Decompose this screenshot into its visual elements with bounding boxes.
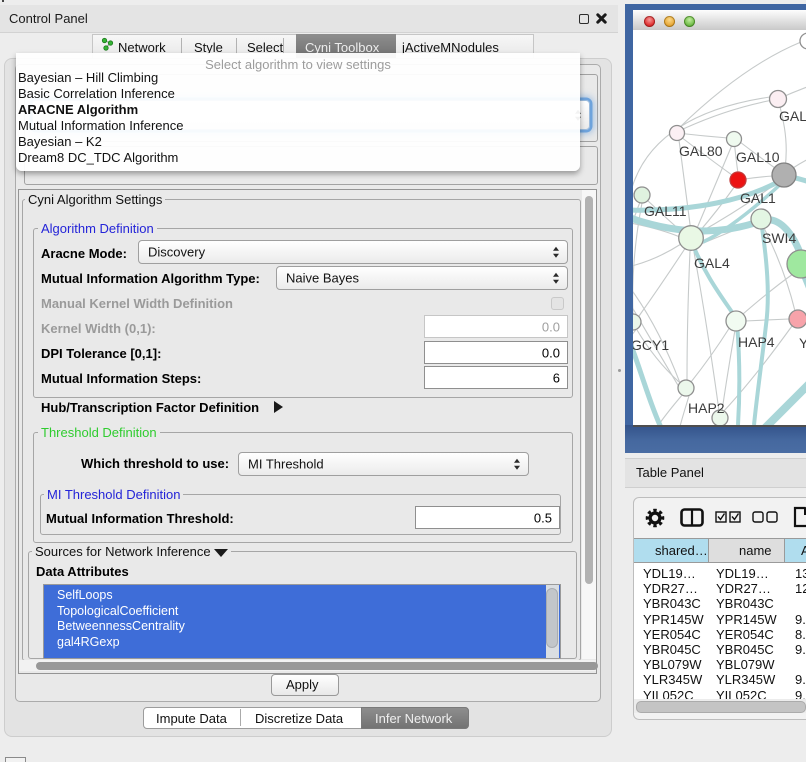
- svg-text:HAP4: HAP4: [738, 334, 775, 350]
- svg-text:Y: Y: [799, 335, 806, 351]
- svg-text:GAL10: GAL10: [736, 149, 780, 165]
- svg-text:GCY1: GCY1: [633, 337, 669, 353]
- svg-text:HAP2: HAP2: [688, 400, 725, 416]
- svg-text:GAL2: GAL2: [779, 108, 806, 124]
- svg-text:GAL1: GAL1: [740, 190, 776, 206]
- svg-text:GAL80: GAL80: [679, 143, 723, 159]
- svg-text:GAL4: GAL4: [694, 255, 730, 271]
- svg-text:GAL11: GAL11: [644, 203, 687, 219]
- svg-text:SWI4: SWI4: [762, 230, 796, 246]
